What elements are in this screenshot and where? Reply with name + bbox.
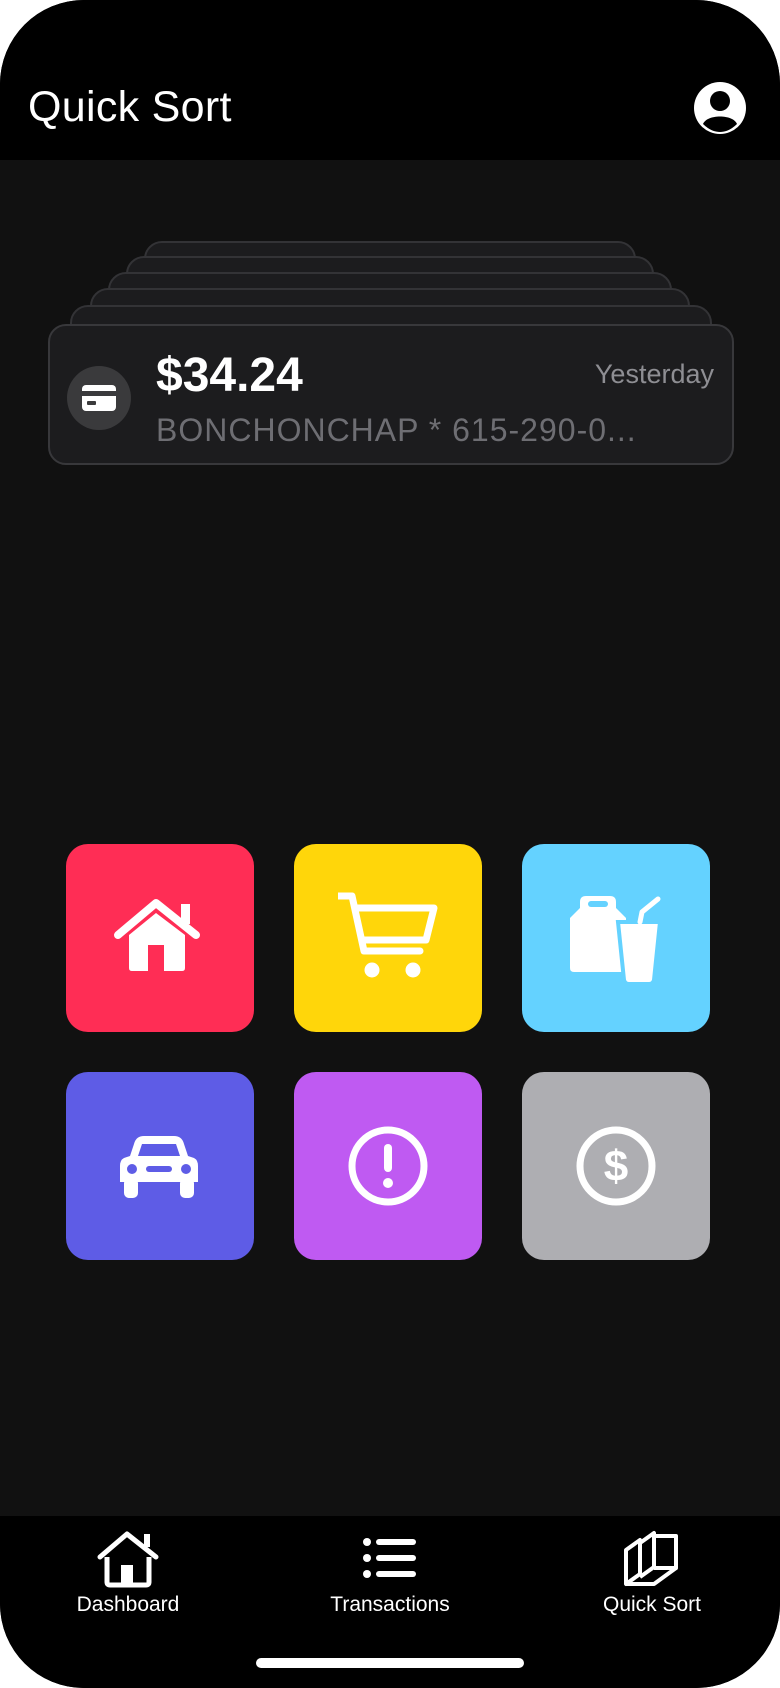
category-housing-button[interactable] [66,844,254,1032]
home-indicator [256,1658,524,1668]
category-transport-button[interactable] [66,1072,254,1260]
tab-dashboard[interactable]: Dashboard [38,1530,218,1630]
transaction-amount: $34.24 [156,349,303,402]
list-icon [363,1538,416,1578]
category-shopping-button[interactable] [294,844,482,1032]
transaction-merchant: BONCHONCHAP * 615-290-0... [156,412,637,448]
page-title: Quick Sort [28,83,232,131]
stacked-cards-icon [624,1531,678,1586]
tab-label: Transactions [330,1593,450,1616]
credit-card-icon [82,385,116,411]
tab-transactions[interactable]: Transactions [300,1530,480,1630]
profile-button[interactable] [692,80,748,136]
top-bar: Quick Sort [0,0,780,160]
app-screen: Quick Sort $34.24 Yesterday BONCHONCHAP … [0,0,780,1688]
tab-quick-sort[interactable]: Quick Sort [562,1530,742,1630]
svg-text:$: $ [604,1142,628,1191]
transaction-date: Yesterday [594,359,714,389]
dollar-circle-icon: $ [576,1126,656,1206]
category-food-drink-button[interactable] [522,844,710,1032]
exclamation-circle-icon [348,1126,428,1206]
person-circle-icon [694,82,746,134]
category-income-button[interactable]: $ [522,1072,710,1260]
takeout-drink-icon [570,896,663,986]
card-icon-badge [67,366,131,430]
category-alert-button[interactable] [294,1072,482,1260]
house-icon [114,899,200,971]
transaction-card[interactable]: $34.24 Yesterday BONCHONCHAP * 615-290-0… [48,324,734,465]
car-icon [120,1136,198,1198]
tab-label: Quick Sort [602,1593,702,1616]
cart-icon [338,892,438,978]
tab-label: Dashboard [76,1593,180,1616]
house-icon [97,1531,159,1588]
